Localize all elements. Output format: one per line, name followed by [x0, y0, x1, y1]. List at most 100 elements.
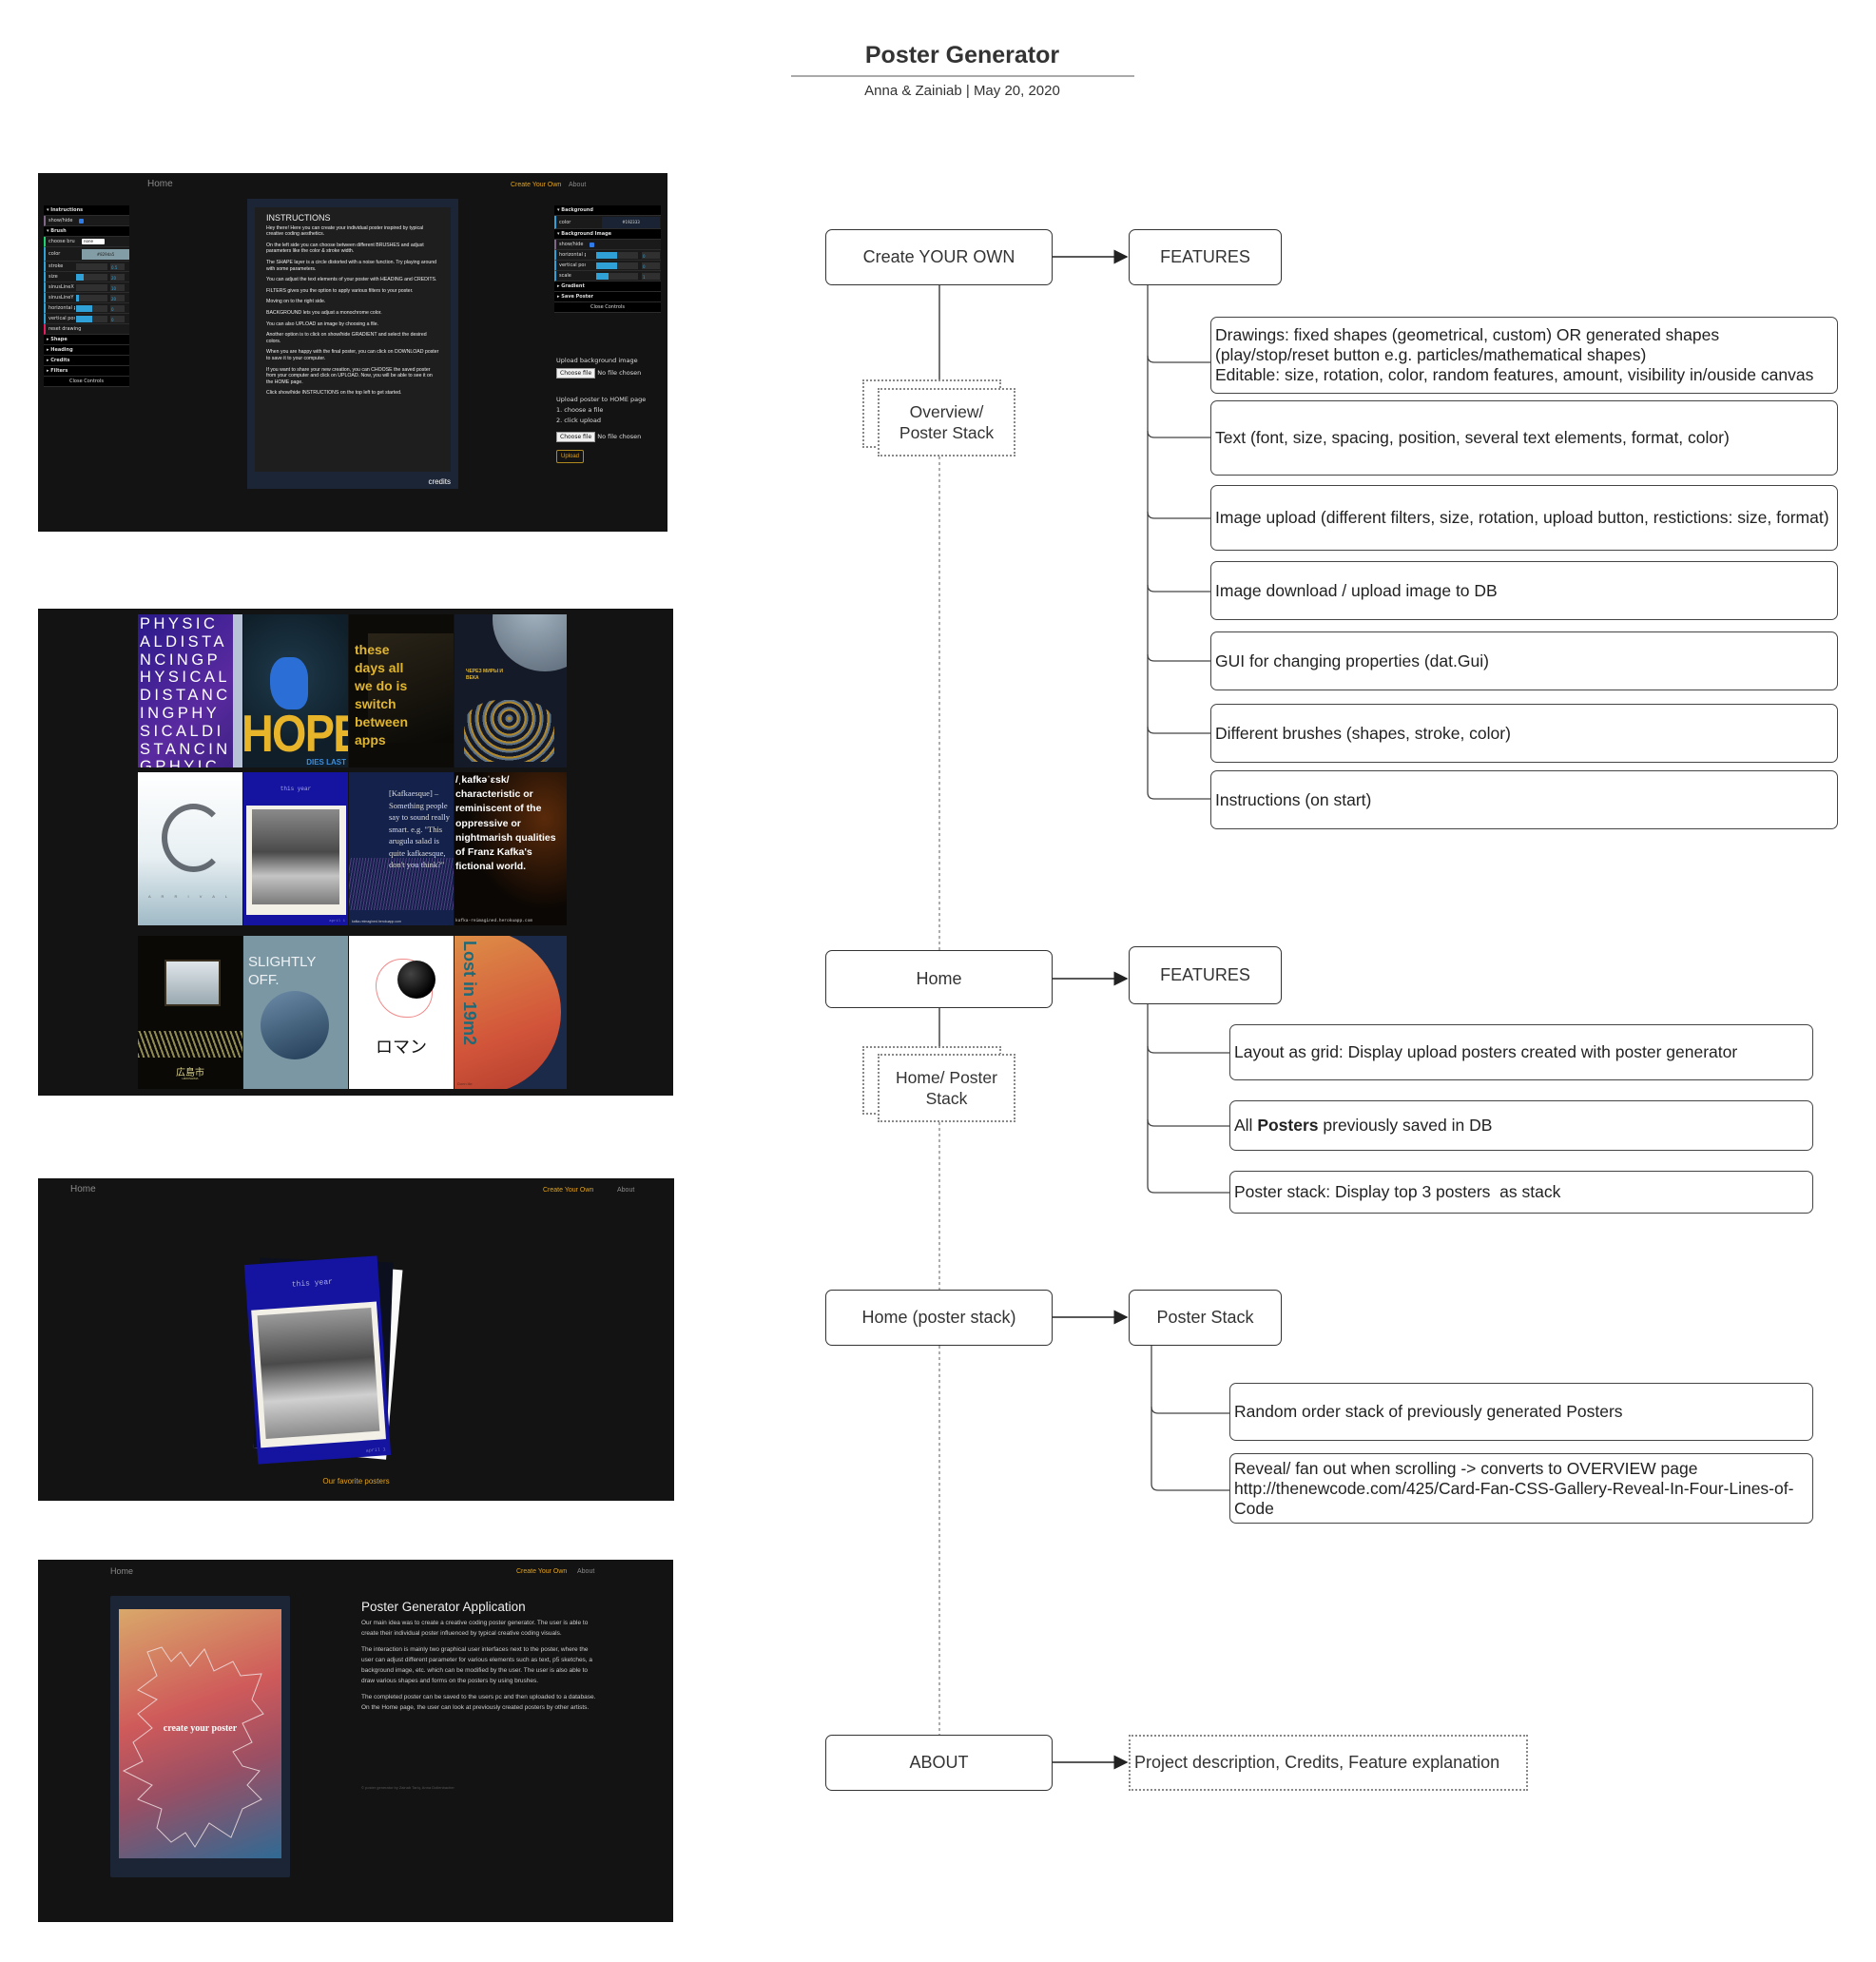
- about-target-text: Project description, Credits, Feature ex…: [1134, 1753, 1500, 1772]
- choose-file-button[interactable]: Choose file: [556, 368, 596, 379]
- poster-physical-distancing[interactable]: PHYSICALDISTANCINGPHYSICALDISTANCINGPHYS…: [138, 614, 242, 767]
- slider-track[interactable]: [596, 252, 638, 259]
- folder-label: Credits: [50, 358, 70, 363]
- poster-subtext: DIES LAST: [306, 758, 346, 767]
- gui-slider-horizontal-pos[interactable]: horizontal pos 0: [554, 250, 661, 261]
- about-poster-frame: create your poster: [110, 1596, 290, 1877]
- gui-slider-horizontal-pos[interactable]: horizontal pos 0: [44, 303, 129, 314]
- slider-track[interactable]: [76, 305, 107, 312]
- gui-close-controls-button[interactable]: Close Controls: [554, 302, 661, 313]
- slider-fill: [76, 295, 80, 301]
- gui-folder-filters[interactable]: ▸ Filters: [44, 366, 129, 377]
- about-poster: create your poster: [119, 1609, 281, 1858]
- gui-close-controls-button[interactable]: Close Controls: [44, 377, 129, 387]
- feature-item-text: Image upload (different filters, size, r…: [1215, 508, 1829, 528]
- upload-home-field[interactable]: Choose file No file chosen: [556, 432, 641, 442]
- gui-folder-gradient[interactable]: ▸ Gradient: [554, 282, 661, 292]
- slider-value-input[interactable]: 0: [110, 305, 125, 312]
- poster-lost-in-19m2[interactable]: Lost in 19m2 Donn ille: [454, 936, 567, 1089]
- gui-folder-credits[interactable]: ▸ Credits: [44, 356, 129, 366]
- poster-this-year[interactable]: this year april 1: [243, 772, 348, 925]
- gui-slider-sinuslinex[interactable]: sinusLineX 10: [44, 282, 129, 293]
- slider-track[interactable]: [596, 273, 638, 280]
- gui-choose-brush[interactable]: choose brush none: [44, 237, 129, 247]
- gui-folder-save-poster[interactable]: ▸ Save Poster: [554, 292, 661, 302]
- slider-track[interactable]: [76, 274, 107, 281]
- slider-track[interactable]: [76, 284, 107, 291]
- page-subtitle: Anna & Zainiab | May 20, 2020: [864, 83, 1060, 99]
- nav-create-link[interactable]: Create Your Own: [511, 182, 561, 188]
- gui-slider-size[interactable]: size 20: [44, 272, 129, 282]
- nav-about-link[interactable]: About: [617, 1187, 634, 1194]
- nav-create-link[interactable]: Create Your Own: [543, 1187, 593, 1194]
- reference-link[interactable]: http://thenewcode.com/425/Card-Fan-CSS-G…: [1234, 1479, 1812, 1519]
- nav-home-link[interactable]: Home: [110, 1566, 133, 1576]
- slider-track[interactable]: [76, 316, 107, 322]
- gui-folder-instructions[interactable]: ▾ Instructions: [44, 205, 129, 216]
- gui-slider-stroke[interactable]: stroke 0.5: [44, 262, 129, 272]
- slider-value-input[interactable]: 10: [110, 284, 125, 291]
- slider-value-input[interactable]: 0.5: [110, 263, 125, 270]
- gui-folder-shape[interactable]: ▸ Shape: [44, 335, 129, 345]
- upload-button[interactable]: Upload: [556, 450, 585, 463]
- poster-text: ロマン: [376, 1038, 427, 1057]
- feature-item-text: Different brushes (shapes, stroke, color…: [1215, 724, 1511, 744]
- poster-hiroshima[interactable]: 広島市 HIROSHIMA: [138, 936, 242, 1089]
- poster-hope[interactable]: HOPE DIES LAST: [243, 614, 348, 767]
- gui-showhide-toggle[interactable]: show/hide: [44, 216, 129, 226]
- control-label: show/hide: [559, 242, 584, 247]
- checkbox-checked-icon[interactable]: [79, 219, 84, 223]
- choose-file-button[interactable]: Choose file: [556, 432, 596, 442]
- gui-bg-color-picker[interactable]: color #192333: [554, 216, 661, 229]
- feature-item: Poster stack: Display top 3 posters as s…: [1229, 1171, 1813, 1214]
- upload-bg-field[interactable]: Choose file No file chosen: [556, 368, 641, 379]
- nav-about-link[interactable]: About: [577, 1568, 594, 1575]
- gui-bg-showhide-toggle[interactable]: show/hide: [554, 240, 661, 250]
- gui-slider-vertical-pos[interactable]: vertical pos 0: [554, 261, 661, 271]
- brush-select[interactable]: none: [82, 239, 105, 244]
- poster-slightly-off[interactable]: SLIGHTLY OFF.: [243, 936, 348, 1089]
- checkbox-checked-icon[interactable]: [590, 243, 594, 247]
- poster-kafka-definition[interactable]: /ˌkafkəˈɛsk/ characteristic or reminisce…: [454, 772, 567, 925]
- feature-line: (play/stop/reset button e.g. particles/m…: [1215, 345, 1647, 364]
- poster-roman[interactable]: ロマン: [349, 936, 454, 1089]
- poster-text: [Kafkaesque] – Something people say to s…: [389, 788, 450, 869]
- gui-folder-background-image[interactable]: ▾ Background Image: [554, 229, 661, 240]
- node-home-poster-stack: Home (poster stack): [825, 1290, 1053, 1346]
- gui-slider-sinusliney[interactable]: sinusLineY 20: [44, 293, 129, 303]
- slider-track[interactable]: [76, 263, 107, 270]
- slider-value-input[interactable]: 1: [642, 273, 660, 280]
- poster-kafkaesque[interactable]: [Kafkaesque] – Something people say to s…: [349, 772, 454, 925]
- gui-reset-drawing-button[interactable]: reset drawing: [44, 324, 129, 335]
- nav-about-link[interactable]: About: [569, 182, 586, 188]
- slider-value-input[interactable]: 0: [110, 316, 125, 322]
- nav-home-link[interactable]: Home: [70, 1184, 96, 1195]
- poster-switch-apps[interactable]: these days all we do is switch between a…: [349, 614, 454, 767]
- control-label: sinusLineY: [48, 295, 74, 301]
- slider-value-input[interactable]: 20: [110, 295, 125, 301]
- slider-value-input[interactable]: 20: [110, 274, 125, 281]
- instructions-paragraph: If you want to share your new creation, …: [266, 366, 433, 385]
- gui-color-picker[interactable]: color #829da5: [44, 247, 129, 262]
- poster-cherez-miry[interactable]: ЧЕРЕЗ МИРЫ И ВЕКА: [454, 614, 567, 767]
- feature-line: Random order stack of previously generat…: [1234, 1402, 1623, 1421]
- feature-item-text: Poster stack: Display top 3 posters as s…: [1234, 1182, 1560, 1202]
- nav-create-link[interactable]: Create Your Own: [516, 1568, 567, 1575]
- gui-slider-vertical-pos[interactable]: vertical pos 0: [44, 314, 129, 324]
- slider-track[interactable]: [596, 262, 638, 269]
- slider-track[interactable]: [76, 295, 107, 301]
- slider-value-input[interactable]: 0: [642, 252, 660, 259]
- gui-folder-brush[interactable]: ▾ Brush: [44, 226, 129, 237]
- photo: [257, 1307, 380, 1439]
- poster-arrival[interactable]: A R R I V A L: [138, 772, 242, 925]
- gui-slider-scale[interactable]: scale 1: [554, 271, 661, 282]
- gui-folder-heading[interactable]: ▸ Heading: [44, 345, 129, 356]
- stack-card-top[interactable]: this year april 1: [243, 1255, 392, 1465]
- slider-value-input[interactable]: 0: [642, 262, 660, 269]
- color-swatch[interactable]: #829da5: [82, 249, 129, 260]
- gui-folder-background[interactable]: ▾ Background: [554, 205, 661, 216]
- nav-home-link[interactable]: Home: [147, 179, 173, 189]
- feature-line: Different brushes (shapes, stroke, color…: [1215, 723, 1511, 743]
- feature-item: Image upload (different filters, size, r…: [1210, 485, 1838, 551]
- color-swatch[interactable]: #192333: [602, 217, 660, 228]
